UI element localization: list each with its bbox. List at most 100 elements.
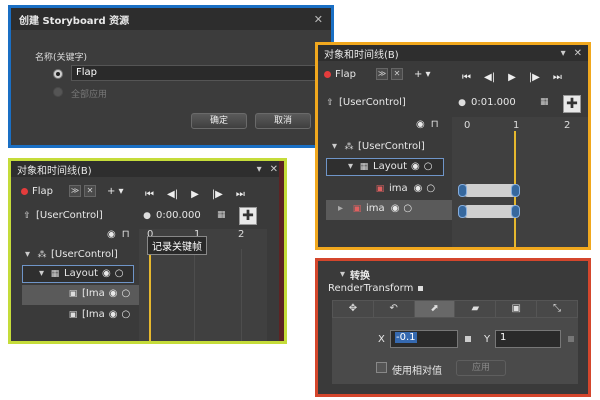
grid-icon: ▦: [50, 268, 60, 279]
storyboard-selector[interactable]: Flap: [324, 69, 356, 80]
close-icon[interactable]: ✕: [314, 13, 323, 26]
tree-item-image1[interactable]: ▣ [Ima ◉ ○: [67, 288, 130, 299]
zoom-icon[interactable]: ▦: [540, 97, 549, 107]
transform-panel: ▾ 转换 RenderTransform ✥ ↶ ⬈ ▰ ▣ ⤡ X -0.1 …: [315, 258, 591, 397]
play-icon[interactable]: ▶: [191, 189, 199, 200]
storyboard-selector[interactable]: Flap: [21, 186, 53, 197]
collapse-arrow-icon[interactable]: ▾: [348, 161, 353, 172]
prev-frame-icon[interactable]: ◀|: [167, 189, 178, 200]
tab-rotate[interactable]: ↶: [374, 301, 415, 317]
image-recorded-icon: ▣: [375, 183, 385, 194]
current-time[interactable]: 0:01.000: [471, 97, 516, 108]
record-keyframe-button[interactable]: ✚: [563, 95, 581, 113]
next-frame-icon[interactable]: |▶: [529, 72, 540, 83]
ok-button[interactable]: 确定: [191, 113, 247, 129]
play-icon[interactable]: ▶: [508, 72, 516, 83]
transform-section-header[interactable]: ▾ 转换: [340, 267, 370, 282]
lock-dot-icon[interactable]: ○: [121, 288, 130, 299]
playhead[interactable]: [149, 241, 151, 341]
cancel-button[interactable]: 取消: [255, 113, 311, 129]
image-icon: ▣: [68, 309, 78, 320]
collapse-arrow-icon[interactable]: ▾: [332, 141, 337, 152]
eye-icon[interactable]: ◉: [107, 229, 116, 240]
tab-flip[interactable]: ⤡: [537, 301, 577, 317]
close-icon[interactable]: ✕: [574, 48, 582, 59]
collapse-arrow-icon[interactable]: ▾: [39, 268, 44, 279]
close-storyboard-icon[interactable]: ✕: [84, 185, 96, 197]
close-icon[interactable]: ✕: [270, 164, 278, 175]
usercontrol-root[interactable]: ⇧ [UserControl]: [324, 97, 406, 108]
lock-dot-icon[interactable]: ○: [426, 183, 435, 194]
eye-icon[interactable]: ◉: [411, 161, 420, 172]
tree-item-layout[interactable]: ▾ ▦ Layout ◉ ○: [39, 268, 124, 279]
root-label: [UserControl]: [339, 97, 406, 108]
keyframe-start[interactable]: [458, 184, 467, 197]
close-storyboard-icon[interactable]: ✕: [391, 68, 403, 80]
last-frame-icon[interactable]: ⏭: [236, 189, 245, 200]
scale-y-input[interactable]: 1: [495, 330, 561, 348]
keyframe-end[interactable]: [511, 184, 520, 197]
lock-dot-icon[interactable]: ○: [121, 309, 130, 320]
tab-center-point[interactable]: ▣: [496, 301, 538, 317]
pin-icon[interactable]: ▾: [561, 48, 566, 59]
usercontrol-root[interactable]: ⇧ [UserControl]: [21, 210, 103, 221]
collapse-arrow-icon[interactable]: ▾: [25, 249, 30, 260]
ruler-tick-label: 2: [238, 229, 245, 240]
storyboard-tools: ≫ ✕ + ▾: [69, 185, 124, 197]
eye-icon[interactable]: ◉: [416, 119, 425, 130]
storyboard-menu-icon[interactable]: ≫: [376, 68, 388, 80]
next-frame-icon[interactable]: |▶: [212, 189, 223, 200]
lock-dot-icon[interactable]: ○: [115, 268, 124, 279]
tree-item-layout[interactable]: ▾ ▦ Layout ◉ ○: [348, 161, 433, 172]
eye-icon[interactable]: ◉: [391, 203, 400, 214]
panel-title: 对象和时间线(B): [324, 49, 399, 61]
visibility-header: ◉ ⊓: [416, 119, 439, 130]
prev-frame-icon[interactable]: ◀|: [484, 72, 495, 83]
tab-translate[interactable]: ✥: [333, 301, 374, 317]
current-time[interactable]: 0:00.000: [156, 210, 201, 221]
last-frame-icon[interactable]: ⏭: [553, 72, 562, 83]
expand-arrow-icon[interactable]: ▸: [338, 203, 343, 214]
add-storyboard-icon[interactable]: + ▾: [107, 186, 124, 197]
tree-item-image1[interactable]: ▣ ima ◉ ○: [374, 183, 435, 194]
lock-icon[interactable]: ⊓: [431, 119, 439, 130]
first-frame-icon[interactable]: ⏮: [462, 72, 471, 83]
eye-icon[interactable]: ◉: [102, 268, 111, 279]
tree-label: Layout: [373, 161, 408, 172]
relative-value-checkbox[interactable]: [376, 362, 387, 373]
x-options-icon[interactable]: [465, 336, 471, 342]
zoom-icon[interactable]: ▦: [217, 210, 226, 220]
panel-edge: [279, 161, 284, 341]
lock-icon[interactable]: ⊓: [122, 229, 130, 240]
collapse-arrow-icon[interactable]: ▾: [340, 269, 345, 280]
scope-up-icon[interactable]: ⇧: [324, 98, 336, 108]
name-radio[interactable]: [53, 69, 63, 79]
lock-dot-icon[interactable]: ○: [424, 161, 433, 172]
tree-item-image2[interactable]: ▸ ▣ ima ◉ ○: [338, 203, 412, 214]
storyboard-menu-icon[interactable]: ≫: [69, 185, 81, 197]
tree-item-image2[interactable]: ▣ [Ima ◉ ○: [67, 309, 130, 320]
scale-x-input[interactable]: -0.1: [390, 330, 458, 348]
eye-icon[interactable]: ◉: [109, 309, 118, 320]
advanced-options-icon[interactable]: [418, 286, 424, 291]
tab-scale[interactable]: ⬈: [414, 301, 456, 317]
storyboard-name-input[interactable]: Flap: [71, 65, 319, 81]
eye-icon[interactable]: ◉: [414, 183, 423, 194]
image-recorded-icon: ▣: [352, 203, 362, 214]
root-label: [UserControl]: [36, 210, 103, 221]
keyframe-start[interactable]: [458, 205, 467, 218]
keyframe-end[interactable]: [511, 205, 520, 218]
add-storyboard-icon[interactable]: + ▾: [414, 69, 431, 80]
scope-up-icon[interactable]: ⇧: [21, 211, 33, 221]
gridline: [194, 249, 195, 341]
eye-icon[interactable]: ◉: [109, 288, 118, 299]
pin-icon[interactable]: ▾: [257, 164, 262, 175]
first-frame-icon[interactable]: ⏮: [145, 189, 154, 200]
time-readout: ● 0:01.000: [456, 97, 516, 108]
tree-item-usercontrol[interactable]: ▾ ⁂ [UserControl]: [332, 141, 425, 152]
lock-dot-icon[interactable]: ○: [403, 203, 412, 214]
tree-item-usercontrol[interactable]: ▾ ⁂ [UserControl]: [25, 249, 118, 260]
record-keyframe-button[interactable]: ✚: [239, 207, 257, 225]
y-options-icon[interactable]: [568, 336, 574, 342]
tab-skew[interactable]: ▰: [455, 301, 497, 317]
